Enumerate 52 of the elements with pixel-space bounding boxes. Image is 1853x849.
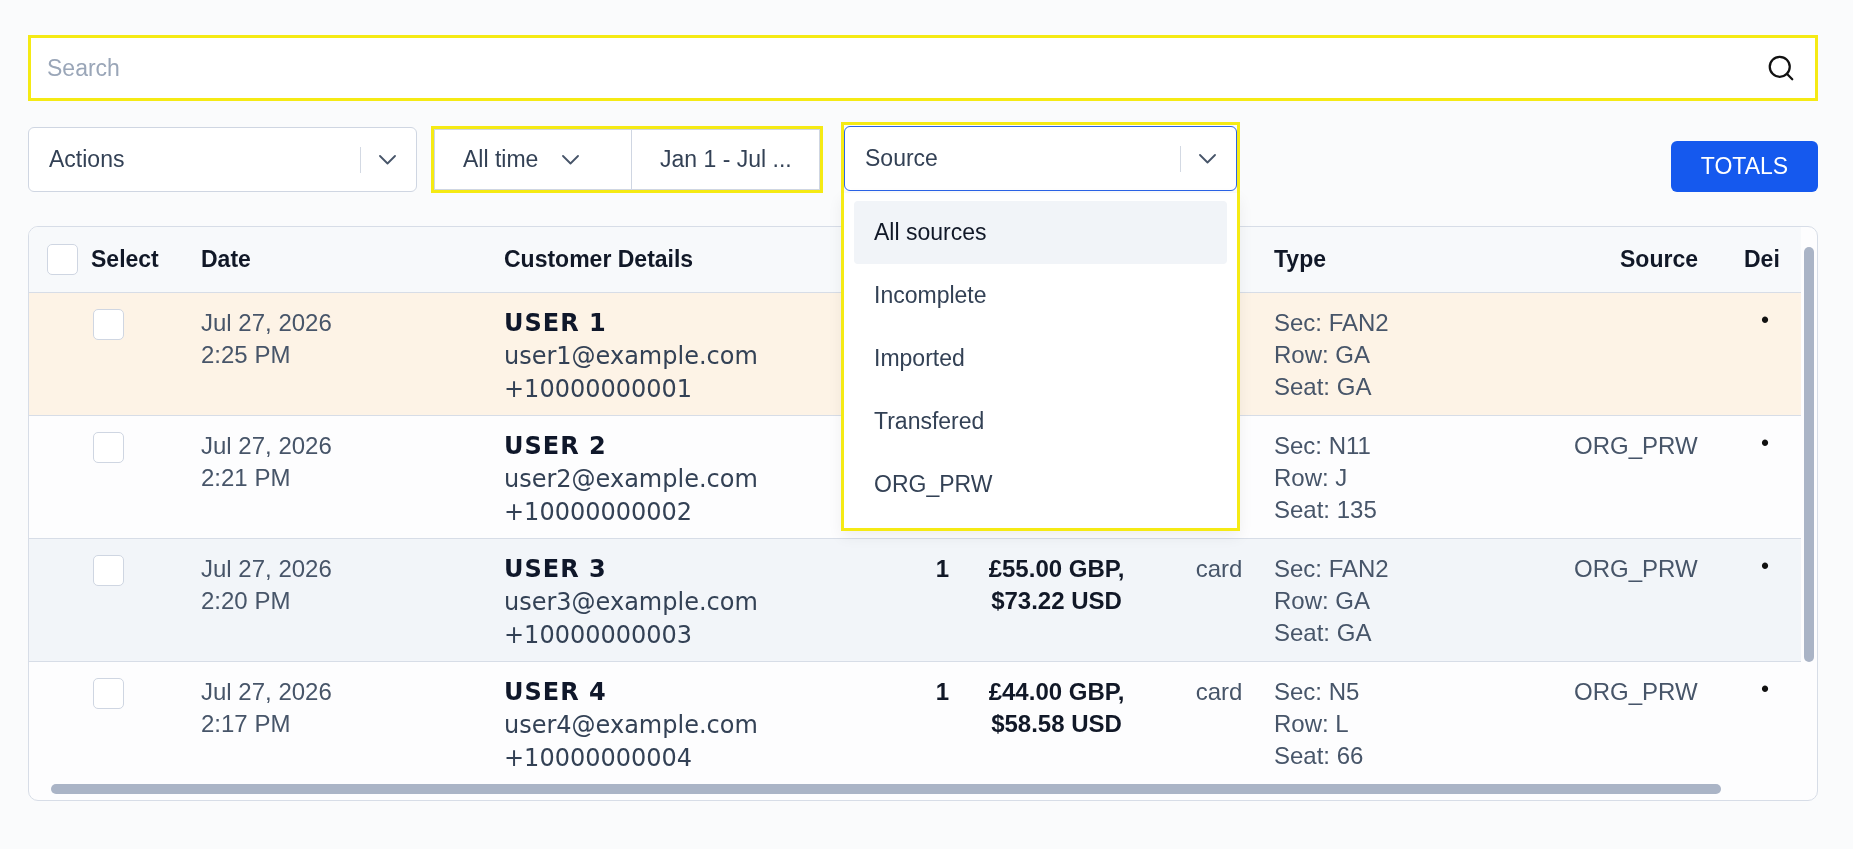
- chevron-down-icon: [1199, 153, 1216, 164]
- totals-button[interactable]: TOTALS: [1671, 141, 1818, 192]
- menu-item[interactable]: ORG_PRW: [854, 453, 1227, 516]
- date-range-button[interactable]: Jan 1 - Jul ...: [632, 129, 820, 190]
- source-cell-text: ORG_PRW: [1574, 431, 1698, 461]
- time-range-select[interactable]: All time: [434, 129, 632, 190]
- seat-cell-text: Sec: N5 Row: L Seat: 66: [1274, 677, 1364, 771]
- menu-item[interactable]: Imported: [854, 327, 1227, 390]
- checkbox[interactable]: [93, 309, 124, 340]
- bullet: •: [1760, 676, 1771, 703]
- quantity-cell-text: 1: [935, 677, 949, 707]
- source-cell-text: ORG_PRW: [1574, 554, 1698, 584]
- bullet: •: [1760, 307, 1771, 334]
- payment-cell-text: card: [1195, 554, 1243, 584]
- column-header: Dei: [1744, 246, 1780, 273]
- payment-cell-text: card: [1195, 677, 1243, 707]
- seat-cell-text: Sec: N11 Row: J Seat: 135: [1274, 431, 1377, 525]
- customer-cell-text: USER 2 user2@example.com +10000000002: [504, 431, 759, 528]
- date-cell-text: Jul 27, 2026 2:21 PM: [201, 431, 332, 493]
- column-header: Type: [1274, 246, 1326, 273]
- source-cell-text: ORG_PRW: [1574, 677, 1698, 707]
- source-select[interactable]: Source: [844, 126, 1237, 191]
- seat-cell-text: Sec: FAN2 Row: GA Seat: GA: [1274, 308, 1389, 402]
- customer-cell-text: USER 4 user4@example.com +10000000004: [504, 677, 759, 774]
- checkbox[interactable]: [93, 678, 124, 709]
- checkbox[interactable]: [93, 555, 124, 586]
- checkbox[interactable]: [93, 432, 124, 463]
- checkbox[interactable]: [47, 244, 78, 275]
- customer-cell-text: USER 3 user3@example.com +10000000003: [504, 554, 759, 651]
- chevron-down-icon: [379, 154, 396, 165]
- column-header: Date: [201, 246, 251, 273]
- search-field[interactable]: Search: [28, 35, 1818, 101]
- menu-item[interactable]: All sources: [854, 201, 1227, 264]
- chevron-down-icon: [562, 154, 580, 165]
- price-cell-text: £55.00 GBP, $73.22 USD: [988, 554, 1125, 616]
- bullet: •: [1760, 430, 1771, 457]
- horizontal-scrollbar[interactable]: [51, 784, 1721, 794]
- table-row[interactable]: Jul 27, 2026 2:20 PM USER 3 user3@example.com +10000000003 1 £55.00 GBP, $73.22 USD card Sec: FAN2 Row: GA Seat: GA ORG_PRW •: [29, 539, 1801, 662]
- quantity-cell-text: 1: [935, 554, 949, 584]
- column-header: Source: [1620, 246, 1698, 273]
- column-header: Select: [91, 246, 159, 273]
- date-cell-text: Jul 27, 2026 2:17 PM: [201, 677, 332, 739]
- bullet: •: [1760, 553, 1771, 580]
- customer-cell-text: USER 1 user1@example.com +10000000001: [504, 308, 759, 405]
- actions-select[interactable]: Actions: [28, 127, 417, 192]
- column-header: Customer Details: [504, 246, 694, 273]
- search-icon[interactable]: [1766, 53, 1796, 83]
- seat-cell-text: Sec: FAN2 Row: GA Seat: GA: [1274, 554, 1389, 648]
- date-cell-text: Jul 27, 2026 2:25 PM: [201, 308, 332, 370]
- date-cell-text: Jul 27, 2026 2:20 PM: [201, 554, 332, 616]
- vertical-scrollbar[interactable]: [1804, 247, 1814, 662]
- price-cell-text: £44.00 GBP, $58.58 USD: [988, 677, 1125, 739]
